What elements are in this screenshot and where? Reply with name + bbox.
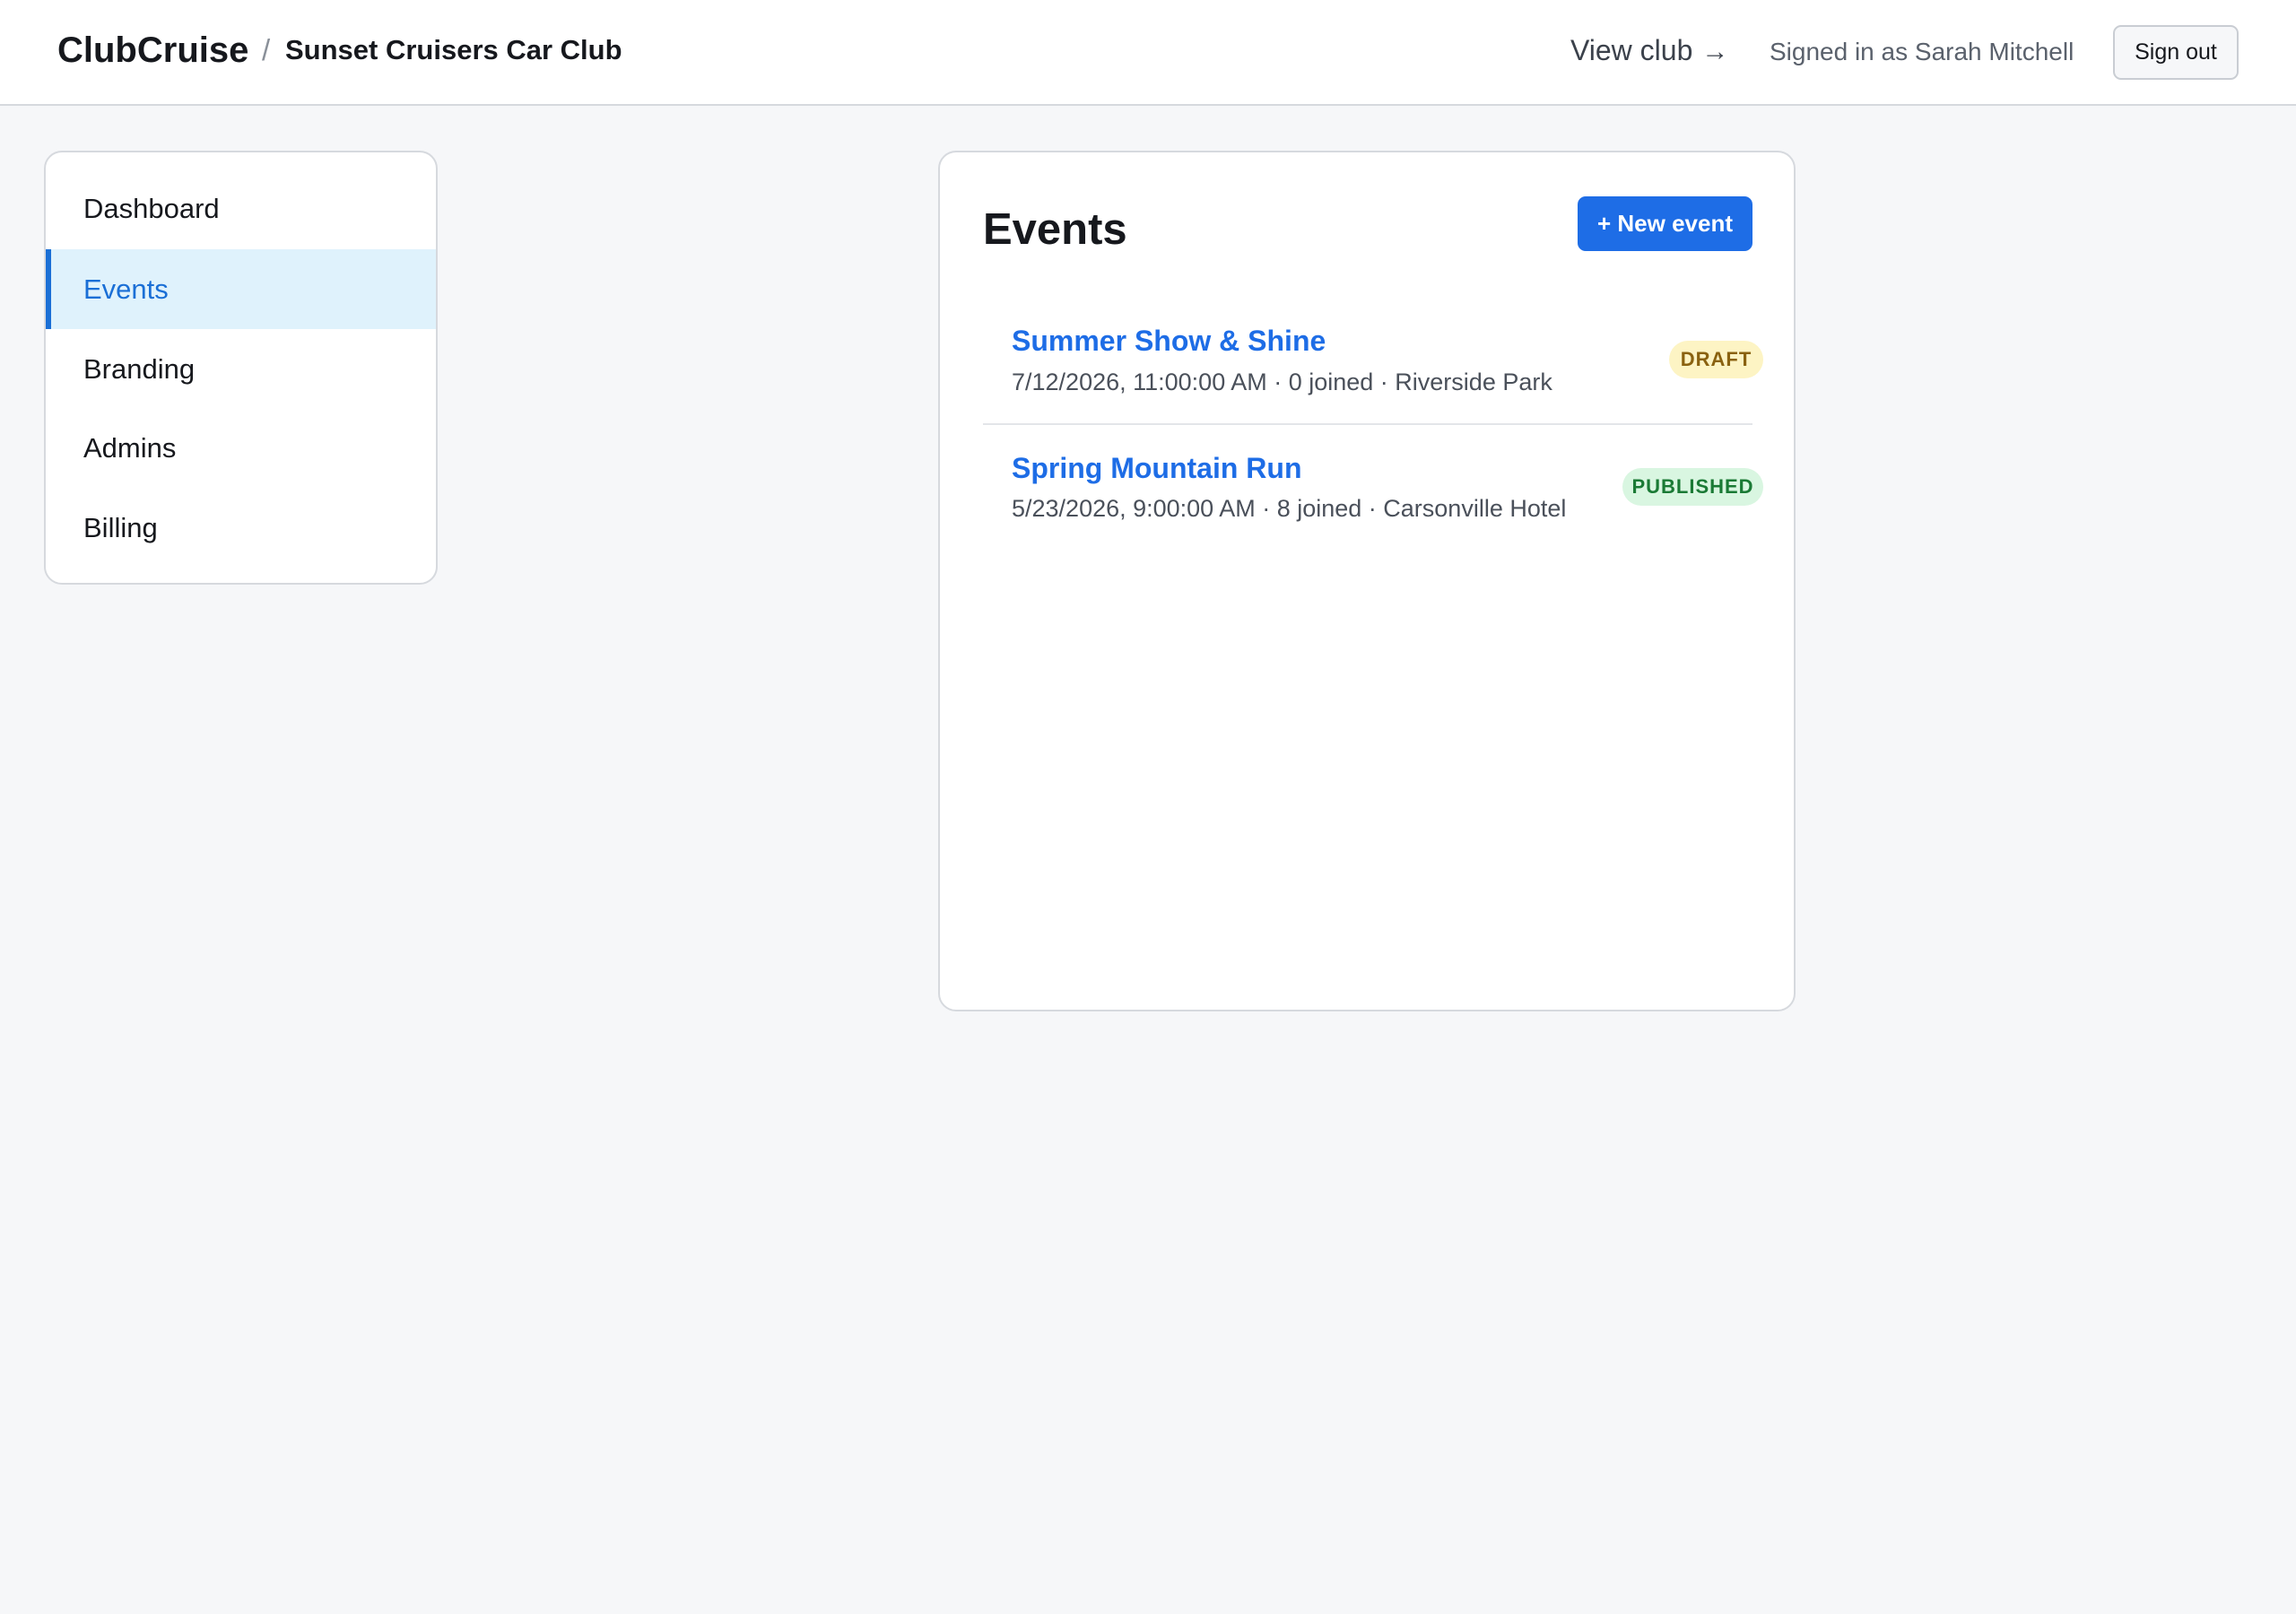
sidebar-nav: Dashboard Events Branding Admins Billing xyxy=(44,151,438,585)
status-badge: PUBLISHED xyxy=(1622,468,1763,506)
sidebar-item-admins[interactable]: Admins xyxy=(46,408,436,488)
breadcrumb-separator: / xyxy=(262,33,271,66)
app-logo[interactable]: ClubCruise xyxy=(57,29,248,72)
event-list-item: Spring Mountain Run 5/23/2026, 9:00:00 A… xyxy=(983,427,1763,552)
sidebar-item-billing[interactable]: Billing xyxy=(46,488,436,568)
view-club-link[interactable]: View club → xyxy=(1570,30,1728,72)
signed-in-status: Signed in as Sarah Mitchell xyxy=(1770,38,2074,65)
event-meta: 7/12/2026, 11:00:00 AM · 0 joined · Rive… xyxy=(1012,369,1552,395)
sidebar-item-dashboard[interactable]: Dashboard xyxy=(46,169,436,248)
top-bar: ClubCruise / Sunset Cruisers Car Club Vi… xyxy=(0,0,2296,106)
new-event-button[interactable]: + New event xyxy=(1578,196,1752,251)
view-club-label: View club xyxy=(1570,34,1693,66)
arrow-right-icon: → xyxy=(1701,37,1729,66)
sign-out-button[interactable]: Sign out xyxy=(2113,25,2239,80)
status-badge: DRAFT xyxy=(1669,341,1763,378)
event-title-link[interactable]: Spring Mountain Run xyxy=(1012,450,1302,486)
event-meta: 5/23/2026, 9:00:00 AM · 8 joined · Carso… xyxy=(1012,495,1567,522)
event-list-item: Summer Show & Shine 7/12/2026, 11:00:00 … xyxy=(983,299,1763,425)
sidebar-item-branding[interactable]: Branding xyxy=(46,329,436,409)
event-title-link[interactable]: Summer Show & Shine xyxy=(1012,323,1326,359)
breadcrumb-club-name[interactable]: Sunset Cruisers Car Club xyxy=(285,31,622,69)
events-panel: Events + New event Summer Show & Shine 7… xyxy=(938,151,1796,1011)
page-title: Events xyxy=(983,205,1127,254)
sidebar-item-events[interactable]: Events xyxy=(46,249,436,329)
